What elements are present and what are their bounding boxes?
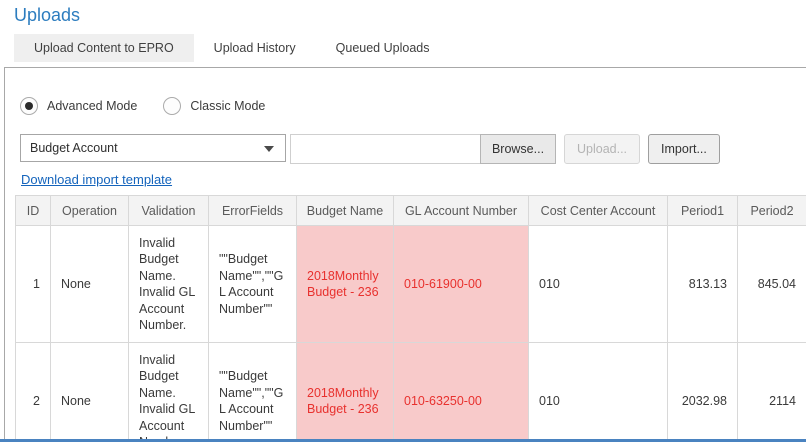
cell-errorfields: ""Budget Name"",""GL Account Number"" xyxy=(209,343,297,442)
cell-errorfields: ""Budget Name"",""GL Account Number"" xyxy=(209,226,297,343)
cell-period1: 2032.98 xyxy=(668,343,738,442)
upload-content-panel: Advanced Mode Classic Mode Budget Accoun… xyxy=(4,67,806,442)
column-header-id: ID xyxy=(16,196,51,226)
import-button[interactable]: Import... xyxy=(648,134,720,164)
cell-budget-name-error: 2018Monthly Budget - 236 xyxy=(297,343,394,442)
column-header-operation: Operation xyxy=(51,196,129,226)
tab-upload-history[interactable]: Upload History xyxy=(194,34,316,62)
classic-mode-radio[interactable]: Classic Mode xyxy=(163,97,265,115)
column-header-period2: Period2 xyxy=(738,196,806,226)
cell-period1: 813.13 xyxy=(668,226,738,343)
column-header-errorfields: ErrorFields xyxy=(209,196,297,226)
advanced-mode-radio[interactable]: Advanced Mode xyxy=(20,97,137,115)
import-type-select[interactable]: Budget Account xyxy=(20,134,286,162)
cell-period2: 2114 xyxy=(738,343,806,442)
cell-id: 1 xyxy=(16,226,51,343)
column-header-cost-center-account: Cost Center Account xyxy=(529,196,668,226)
radio-unselected-icon xyxy=(163,97,181,115)
file-path-input[interactable] xyxy=(290,134,480,164)
table-row: 1 None Invalid Budget Name. Invalid GL A… xyxy=(16,226,806,343)
import-controls-row: Budget Account Browse... Upload... Impor… xyxy=(20,134,806,164)
cell-id: 2 xyxy=(16,343,51,442)
cell-gl-account-number-error: 010-61900-00 xyxy=(394,226,529,343)
tab-upload-content-to-epro[interactable]: Upload Content to EPRO xyxy=(14,34,194,62)
upload-preview-table: ID Operation Validation ErrorFields Budg… xyxy=(15,195,806,442)
cell-gl-account-number-error: 010-63250-00 xyxy=(394,343,529,442)
mode-radio-group: Advanced Mode Classic Mode xyxy=(20,96,806,116)
cell-validation: Invalid Budget Name. Invalid GL Account … xyxy=(129,343,209,442)
cell-operation: None xyxy=(51,343,129,442)
tab-bar: Upload Content to EPRO Upload History Qu… xyxy=(14,34,806,62)
cell-cost-center-account: 010 xyxy=(529,343,668,442)
cell-budget-name-error: 2018Monthly Budget - 236 xyxy=(297,226,394,343)
download-import-template-link[interactable]: Download import template xyxy=(21,172,172,187)
classic-mode-label: Classic Mode xyxy=(190,99,265,113)
table-row: 2 None Invalid Budget Name. Invalid GL A… xyxy=(16,343,806,442)
column-header-validation: Validation xyxy=(129,196,209,226)
column-header-gl-account-number: GL Account Number xyxy=(394,196,529,226)
cell-operation: None xyxy=(51,226,129,343)
table-header-row: ID Operation Validation ErrorFields Budg… xyxy=(16,196,806,226)
tab-queued-uploads[interactable]: Queued Uploads xyxy=(316,34,450,62)
cell-period2: 845.04 xyxy=(738,226,806,343)
download-template-row: Download import template xyxy=(21,172,806,190)
cell-cost-center-account: 010 xyxy=(529,226,668,343)
column-header-period1: Period1 xyxy=(668,196,738,226)
import-type-selected-value: Budget Account xyxy=(30,141,118,155)
file-picker-group: Browse... xyxy=(290,134,556,164)
page-title: Uploads xyxy=(0,0,806,34)
radio-selected-icon xyxy=(20,97,38,115)
chevron-down-icon xyxy=(264,146,274,152)
upload-button[interactable]: Upload... xyxy=(564,134,640,164)
cell-validation: Invalid Budget Name. Invalid GL Account … xyxy=(129,226,209,343)
browse-button[interactable]: Browse... xyxy=(480,134,556,164)
column-header-budget-name: Budget Name xyxy=(297,196,394,226)
advanced-mode-label: Advanced Mode xyxy=(47,99,137,113)
